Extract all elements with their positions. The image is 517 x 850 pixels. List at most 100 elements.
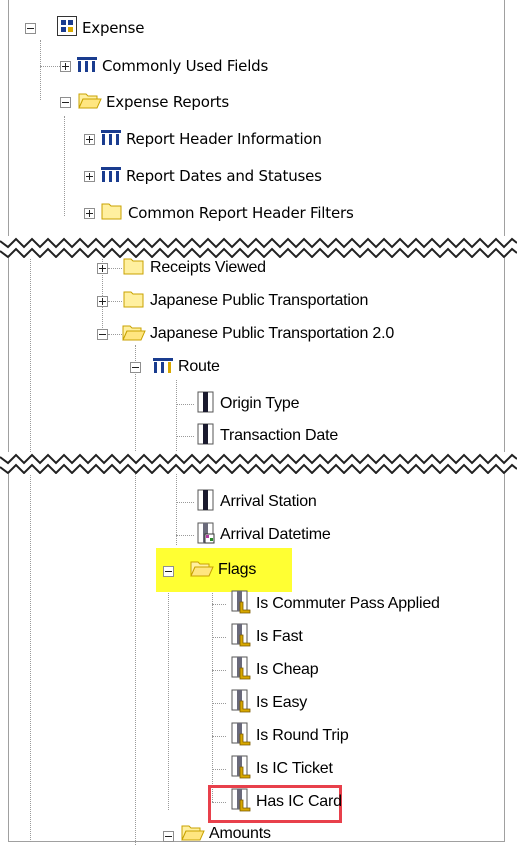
expand-toggle-report-header-information[interactable] <box>84 134 95 145</box>
tree-connector <box>40 40 41 100</box>
tree-connector <box>176 436 194 437</box>
tree-node-is-fast[interactable]: Is Fast <box>230 623 303 652</box>
tree-node-receipts-viewed[interactable]: Receipts Viewed <box>122 256 266 280</box>
tree-node-label: Japanese Public Transportation <box>150 292 369 309</box>
tree-connector <box>212 736 226 737</box>
datetime-column-icon <box>196 522 216 549</box>
expand-toggle-common-report-header-filters[interactable] <box>84 208 95 219</box>
expand-toggle-receipts-viewed[interactable] <box>97 263 108 274</box>
tree-connector <box>135 345 136 845</box>
tree-node-is-easy[interactable]: Is Easy <box>230 689 308 718</box>
tree-node-amounts[interactable]: Amounts <box>181 822 271 846</box>
boolean-column-icon <box>230 788 252 817</box>
tree-node-is-commuter-pass-applied[interactable]: Is Commuter Pass Applied <box>230 590 440 619</box>
boolean-column-icon <box>230 623 252 652</box>
tree-connector <box>176 404 194 405</box>
tree-connector <box>30 246 31 842</box>
folder-icon <box>122 256 146 281</box>
collapse-toggle-flags[interactable] <box>163 566 174 577</box>
data-field-tree: Expense Commonly Used Fields Expense Rep… <box>0 0 517 850</box>
boolean-column-icon <box>230 689 252 718</box>
tree-node-commonly-used-fields[interactable]: Commonly Used Fields <box>76 54 268 78</box>
column-attribute-icon <box>196 423 216 450</box>
tree-node-common-report-header-filters[interactable]: Common Report Header Filters <box>100 201 354 225</box>
tree-node-expense-reports[interactable]: Expense Reports <box>78 90 229 114</box>
cut-separator <box>0 236 517 258</box>
collapse-toggle-route[interactable] <box>130 362 141 373</box>
tree-node-label: Japanese Public Transportation 2.0 <box>150 325 395 342</box>
tree-node-label: Is Easy <box>256 694 308 711</box>
tree-node-label: Expense <box>82 19 145 37</box>
tree-connector <box>212 769 226 770</box>
folder-icon <box>122 289 146 314</box>
tree-node-origin-type[interactable]: Origin Type <box>196 391 300 418</box>
tree-connector <box>212 604 226 605</box>
open-folder-icon <box>122 322 146 347</box>
collapse-toggle-expense-reports[interactable] <box>60 97 71 108</box>
tree-connector <box>40 66 60 67</box>
tree-node-route[interactable]: Route <box>152 355 220 379</box>
tree-connector <box>176 535 194 536</box>
tree-node-label: Amounts <box>209 825 271 842</box>
tree-node-label: Route <box>178 358 220 375</box>
tree-node-label: Is Fast <box>256 628 303 645</box>
table-icon <box>152 356 174 379</box>
boolean-column-icon <box>230 590 252 619</box>
collapse-toggle-amounts[interactable] <box>163 831 174 842</box>
open-folder-icon <box>181 822 205 847</box>
cut-separator <box>0 452 517 474</box>
tree-connector <box>108 334 122 335</box>
tree-node-label: Report Header Information <box>126 130 322 148</box>
tree-node-label: Arrival Datetime <box>220 526 331 543</box>
expand-toggle-report-dates-and-statuses[interactable] <box>84 171 95 182</box>
expand-toggle-japanese-public-transportation[interactable] <box>97 296 108 307</box>
tree-node-arrival-station[interactable]: Arrival Station <box>196 489 317 516</box>
column-attribute-icon <box>196 391 216 418</box>
tree-node-has-ic-card[interactable]: Has IC Card <box>230 788 342 817</box>
boolean-column-icon <box>230 656 252 685</box>
tree-node-report-dates-and-statuses[interactable]: Report Dates and Statuses <box>100 164 322 188</box>
tree-node-is-cheap[interactable]: Is Cheap <box>230 656 319 685</box>
tree-node-label: Is Cheap <box>256 661 319 678</box>
tree-node-label: Is IC Ticket <box>256 760 333 777</box>
tree-node-label: Receipts Viewed <box>150 259 266 276</box>
tree-node-label: Has IC Card <box>256 793 342 810</box>
tree-node-is-ic-ticket[interactable]: Is IC Ticket <box>230 755 333 784</box>
folder-icon <box>100 201 124 226</box>
table-icon <box>100 128 122 151</box>
boolean-column-icon <box>230 722 252 751</box>
tree-node-label: Is Commuter Pass Applied <box>256 595 440 612</box>
boolean-column-icon <box>230 755 252 784</box>
collapse-toggle-expense[interactable] <box>25 23 36 34</box>
tree-node-label: Expense Reports <box>106 93 229 111</box>
tree-connector <box>212 637 226 638</box>
tree-connector <box>212 670 226 671</box>
tree-node-arrival-datetime[interactable]: Arrival Datetime <box>196 522 331 549</box>
tree-node-label: Is Round Trip <box>256 727 349 744</box>
tree-node-expense[interactable]: Expense <box>56 15 145 42</box>
tree-connector <box>64 116 65 216</box>
tree-node-label: Commonly Used Fields <box>102 57 269 75</box>
tree-connector <box>212 703 226 704</box>
table-icon <box>76 55 98 78</box>
open-folder-icon <box>190 558 214 583</box>
tree-node-report-header-information[interactable]: Report Header Information <box>100 127 322 151</box>
tree-node-japanese-public-transportation-2[interactable]: Japanese Public Transportation 2.0 <box>122 322 394 346</box>
subject-area-icon <box>56 15 78 42</box>
table-icon <box>100 165 122 188</box>
open-folder-icon <box>78 90 102 115</box>
tree-node-japanese-public-transportation[interactable]: Japanese Public Transportation <box>122 289 368 313</box>
expand-toggle-commonly-used-fields[interactable] <box>60 61 71 72</box>
tree-node-is-round-trip[interactable]: Is Round Trip <box>230 722 349 751</box>
tree-connector <box>108 301 122 302</box>
tree-node-flags[interactable]: Flags <box>190 558 256 582</box>
tree-node-label: Transaction Date <box>220 427 339 444</box>
column-attribute-icon <box>196 489 216 516</box>
tree-node-label: Arrival Station <box>220 493 317 510</box>
tree-connector <box>176 502 194 503</box>
tree-node-label: Report Dates and Statuses <box>126 167 322 185</box>
tree-connector <box>168 560 169 810</box>
tree-node-label: Origin Type <box>220 395 300 412</box>
collapse-toggle-japanese-public-transportation-2[interactable] <box>97 329 108 340</box>
tree-node-transaction-date[interactable]: Transaction Date <box>196 423 339 450</box>
